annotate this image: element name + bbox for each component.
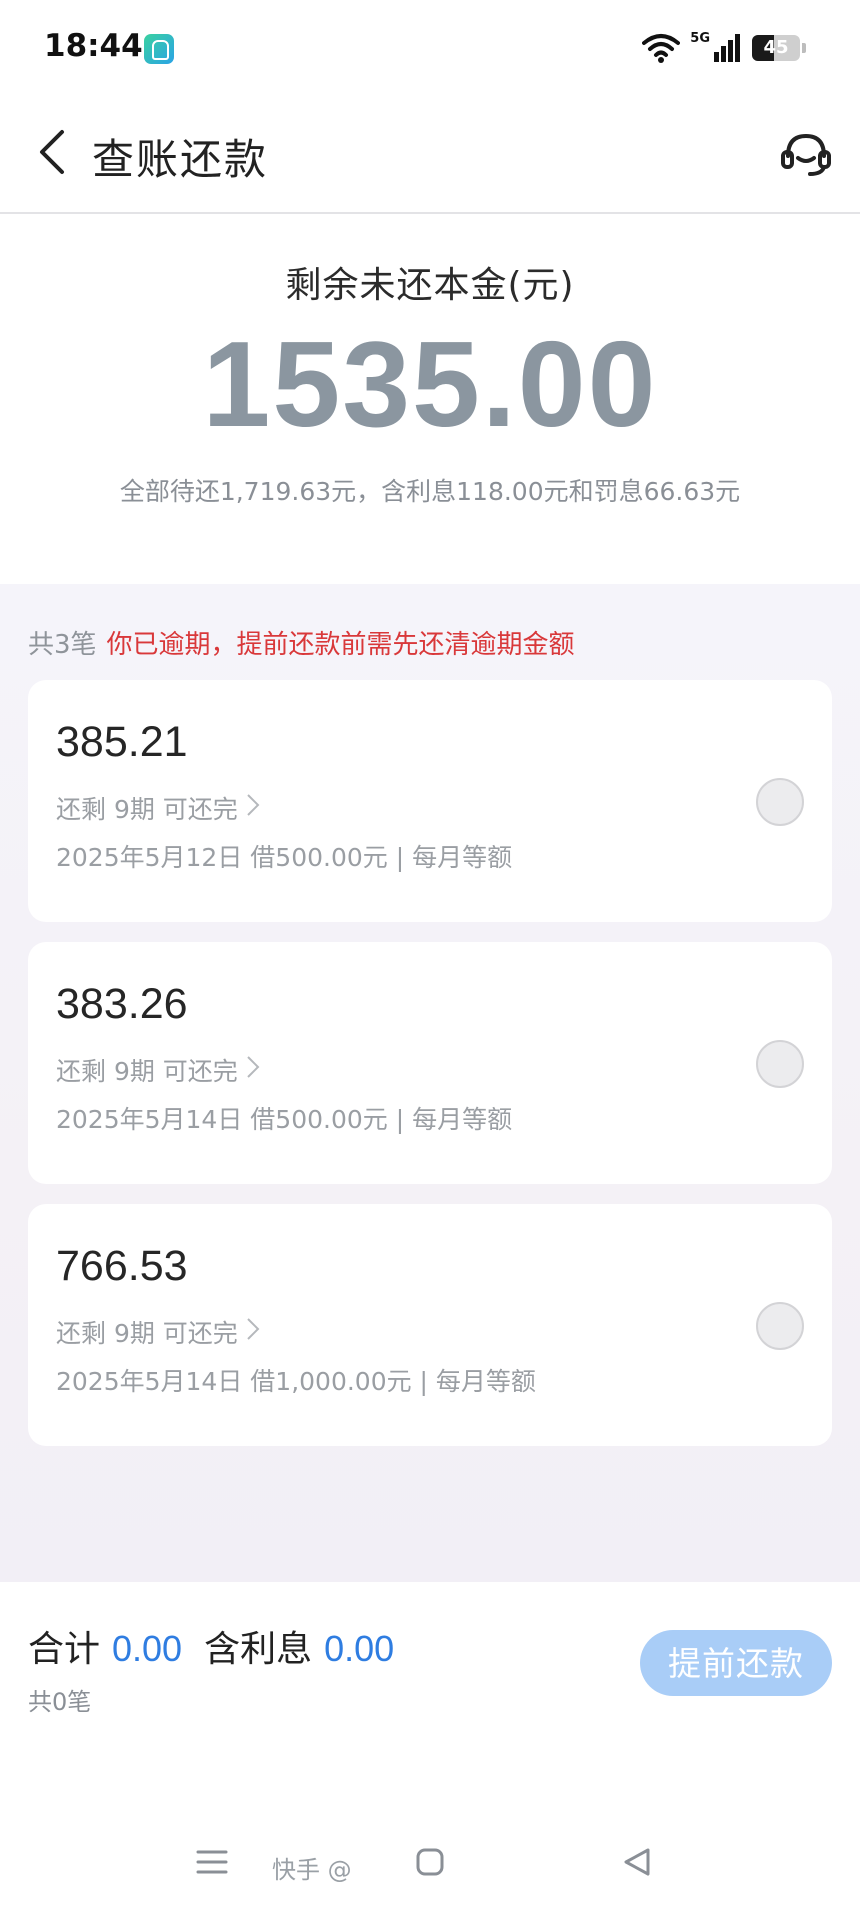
status-indicators: 5G 45 (642, 30, 806, 66)
battery-percent: 45 (763, 37, 789, 58)
chevron-right-icon (246, 1055, 260, 1085)
loan-remaining-link[interactable]: 还剩 9期 可还完 (56, 790, 260, 826)
chevron-right-icon (246, 793, 260, 823)
loan-info: 2025年5月14日 借1,000.00元 | 每月等额 (56, 1367, 536, 1396)
total-label: 合计 (28, 1629, 101, 1670)
loan-count: 共3笔 (28, 630, 97, 660)
loan-remaining-text: 还剩 9期 可还完 (56, 795, 238, 824)
interest-value: 0.00 (324, 1628, 395, 1669)
loan-remaining-link[interactable]: 还剩 9期 可还完 (56, 1314, 260, 1350)
battery-tip (802, 43, 806, 53)
loan-card[interactable]: 385.21 还剩 9期 可还完 2025年5月12日 借500.00元 | 每… (28, 680, 832, 922)
page-title: 查账还款 (92, 135, 269, 184)
loan-amount: 385.21 (56, 718, 188, 766)
early-repay-button[interactable]: 提前还款 (640, 1630, 832, 1696)
loan-select-radio[interactable] (756, 778, 804, 826)
status-time: 18:44 (44, 28, 143, 64)
watermark-text: 快手 @ (272, 1856, 352, 1884)
menu-icon[interactable] (194, 1844, 230, 1880)
summary-section: 剩余未还本金(元) 1535.00 全部待还1,719.63元，含利息118.0… (0, 214, 860, 584)
home-icon[interactable] (410, 1842, 450, 1882)
app-notification-icon (144, 34, 174, 64)
loan-amount: 383.26 (56, 980, 188, 1028)
chevron-left-icon (38, 129, 66, 179)
loan-list: 共3笔 你已逾期，提前还款前需先还清逾期金额 385.21 还剩 9期 可还完 2… (0, 584, 860, 1582)
back-triangle-icon[interactable] (618, 1842, 658, 1882)
loan-card[interactable]: 383.26 还剩 9期 可还完 2025年5月14日 借500.00元 | 每… (28, 942, 832, 1184)
interest-label: 含利息 (204, 1629, 313, 1670)
customer-service-button[interactable] (774, 124, 838, 188)
loan-info: 2025年5月14日 借500.00元 | 每月等额 (56, 1105, 513, 1134)
total-value: 0.00 (112, 1628, 183, 1669)
battery-icon: 45 (752, 35, 800, 61)
headset-icon (780, 130, 832, 182)
overdue-notice: 共3笔 你已逾期，提前还款前需先还清逾期金额 (28, 624, 575, 661)
overdue-warning: 你已逾期，提前还款前需先还清逾期金额 (106, 630, 575, 660)
loan-amount: 766.53 (56, 1242, 188, 1290)
total-due-detail: 全部待还1,719.63元，含利息118.00元和罚息66.63元 (119, 477, 741, 506)
system-nav-bar: 快手 @ (0, 1792, 860, 1920)
loan-card[interactable]: 766.53 还剩 9期 可还完 2025年5月14日 借1,000.00元 |… (28, 1204, 832, 1446)
signal-icon (714, 34, 742, 62)
total-line: 合计 0.00 含利息 0.00 (28, 1620, 394, 1672)
remaining-principal-label: 剩余未还本金(元) (285, 265, 575, 306)
remaining-principal-amount: 1535.00 (202, 316, 658, 452)
loan-info: 2025年5月12日 借500.00元 | 每月等额 (56, 843, 513, 872)
repayment-footer: 合计 0.00 含利息 0.00 共0笔 提前还款 (0, 1582, 860, 1792)
wifi-icon (642, 33, 681, 63)
loan-remaining-text: 还剩 9期 可还完 (56, 1057, 238, 1086)
loan-select-radio[interactable] (756, 1040, 804, 1088)
network-type-label: 5G (690, 30, 710, 46)
status-bar: 18:44 5G 45 (0, 0, 860, 100)
selected-count: 共0笔 (28, 1688, 92, 1716)
loan-remaining-link[interactable]: 还剩 9期 可还完 (56, 1052, 260, 1088)
app-header: 查账还款 (0, 100, 860, 214)
chevron-right-icon (246, 1317, 260, 1347)
loan-select-radio[interactable] (756, 1302, 804, 1350)
loan-remaining-text: 还剩 9期 可还完 (56, 1319, 238, 1348)
back-button[interactable] (22, 124, 82, 184)
